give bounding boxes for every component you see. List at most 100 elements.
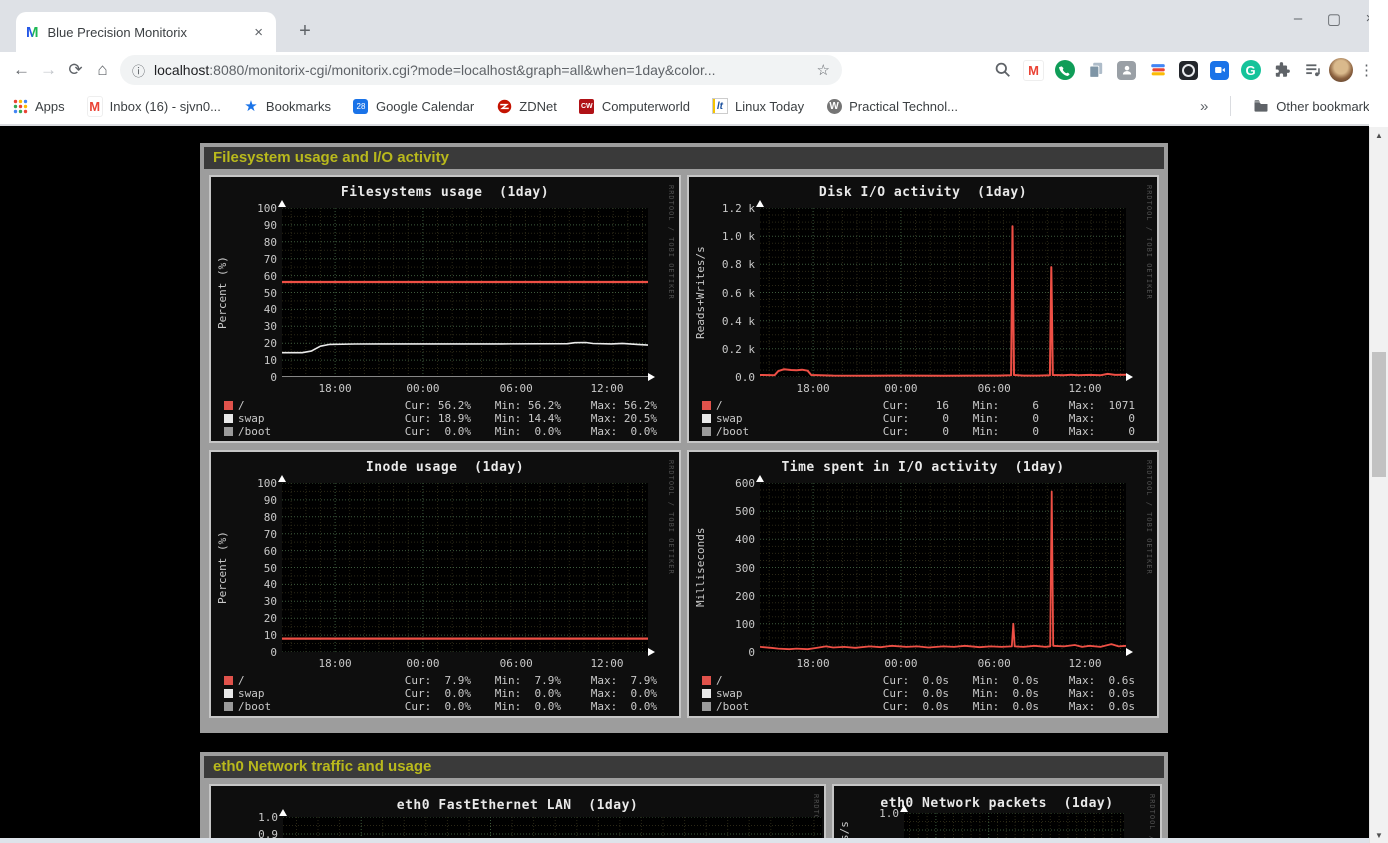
scrollbar-down-arrow-icon[interactable]: ▼ xyxy=(1370,827,1388,843)
gmail-icon: M xyxy=(87,98,103,114)
rrdtool-watermark: RRDTOOL / TOBI OETIKER xyxy=(1145,185,1153,300)
legend-swatch xyxy=(702,702,711,711)
extensions-puzzle-icon[interactable] xyxy=(1271,60,1292,81)
graph-filesystems-usage[interactable]: RRDTOOL / TOBI OETIKERFilesystems usage … xyxy=(209,175,681,443)
legend-cur: Cur: 18.9% xyxy=(381,412,471,425)
home-icon[interactable]: ⌂ xyxy=(89,57,116,84)
x-tick-label: 12:00 xyxy=(1063,382,1107,395)
section-title-filesystem: Filesystem usage and I/O activity xyxy=(204,147,1164,169)
y-axis-arrow-icon xyxy=(278,200,286,207)
browser-tab[interactable]: M Blue Precision Monitorix × xyxy=(16,12,276,52)
new-tab-button[interactable]: + xyxy=(292,18,318,44)
graph-time-in-io[interactable]: RRDTOOL / TOBI OETIKERTime spent in I/O … xyxy=(687,450,1159,718)
contact-icon[interactable] xyxy=(1116,60,1137,81)
chrome-right-filler xyxy=(1369,0,1388,127)
copy-pages-icon[interactable] xyxy=(1085,60,1106,81)
y-tick-label: 50 xyxy=(215,562,277,575)
extension-icons-row: MG xyxy=(842,60,1325,81)
legend-max: Max: 0.0% xyxy=(561,687,657,700)
x-tick-label: 12:00 xyxy=(1063,657,1107,670)
reload-icon[interactable]: ⟳ xyxy=(62,57,89,84)
window-maximize-button[interactable]: ▢ xyxy=(1326,10,1342,28)
dark-extension-icon[interactable] xyxy=(1178,60,1199,81)
window-minimize-button[interactable]: – xyxy=(1290,10,1306,28)
plot-area xyxy=(282,483,648,652)
y-tick-label: 70 xyxy=(215,253,277,266)
back-icon[interactable]: ← xyxy=(8,57,35,84)
x-axis-arrow-icon xyxy=(1126,373,1133,381)
playlist-icon[interactable] xyxy=(1302,60,1323,81)
legend-swatch xyxy=(224,414,233,423)
bookmark-star-icon[interactable]: ☆ xyxy=(817,61,830,79)
y-tick-label: 0 xyxy=(215,371,277,384)
bookmark-inbox-16-sjvn0[interactable]: M Inbox (16) - sjvn0... xyxy=(87,98,221,114)
page-scrollbar[interactable]: ▲ ▼ xyxy=(1369,127,1388,843)
search-icon[interactable] xyxy=(992,60,1013,81)
address-bar[interactable]: ⓘ localhost:8080/monitorix-cgi/monitorix… xyxy=(120,55,842,85)
zdnet-icon xyxy=(496,98,512,114)
legend-label: /boot xyxy=(238,700,271,713)
video-camera-icon[interactable] xyxy=(1209,60,1230,81)
y-tick-label: 1.0 xyxy=(838,807,899,820)
legend-row: /bootCur: 0.0%Min: 0.0%Max: 0.0% xyxy=(224,425,657,438)
page-info-icon[interactable]: ⓘ xyxy=(132,61,145,80)
tab-close-icon[interactable]: × xyxy=(251,24,266,41)
y-tick-label: 80 xyxy=(215,511,277,524)
legend-row: /bootCur: 0.0%Min: 0.0%Max: 0.0% xyxy=(224,700,657,713)
x-tick-label: 18:00 xyxy=(313,382,357,395)
browser-window: M Blue Precision Monitorix × + – ▢ × ← →… xyxy=(0,0,1388,843)
profile-avatar[interactable] xyxy=(1329,58,1353,82)
legend-min: Min: 14.4% xyxy=(471,412,561,425)
scrollbar-up-arrow-icon[interactable]: ▲ xyxy=(1370,127,1388,143)
bookmark-zdnet[interactable]: ZDNet xyxy=(496,98,557,114)
y-tick-label: 0.8 k xyxy=(693,258,755,271)
scrollbar-thumb[interactable] xyxy=(1372,352,1386,477)
bookmark-apps[interactable]: Apps xyxy=(12,98,65,114)
x-axis-arrow-icon xyxy=(1126,648,1133,656)
bottom-edge-strip xyxy=(0,838,1369,843)
bookmark-label: Apps xyxy=(35,99,65,114)
bookmark-practical-technol[interactable]: WPractical Technol... xyxy=(826,98,958,114)
graph-inode-usage[interactable]: RRDTOOL / TOBI OETIKERInode usage (1day)… xyxy=(209,450,681,718)
bookmarks-overflow-icon[interactable]: » xyxy=(1200,98,1208,115)
bookmark-computerworld[interactable]: CWComputerworld xyxy=(579,98,690,114)
legend-max: Max: 0 xyxy=(1039,412,1135,425)
wordpress-icon: W xyxy=(826,98,842,114)
legend-swatch xyxy=(702,427,711,436)
bookmark-linux-today[interactable]: ltLinux Today xyxy=(712,98,804,114)
y-axis-arrow-icon xyxy=(756,200,764,207)
legend-swatch xyxy=(702,414,711,423)
legend-row: /Cur: 7.9%Min: 7.9%Max: 7.9% xyxy=(224,674,657,687)
star-icon: ★ xyxy=(243,98,259,114)
bookmark-google-calendar[interactable]: 28Google Calendar xyxy=(353,98,474,114)
other-bookmarks-button[interactable]: Other bookmarks xyxy=(1253,98,1376,114)
bookmark-label: Inbox (16) - sjvn0... xyxy=(110,99,221,114)
x-tick-label: 12:00 xyxy=(585,382,629,395)
section-network: eth0 Network traffic and usage RRDTOOL /… xyxy=(200,752,1168,843)
legend-min: Min: 0 xyxy=(949,412,1039,425)
forward-icon[interactable]: → xyxy=(35,57,62,84)
legend-row: /Cur: 56.2%Min: 56.2%Max: 56.2% xyxy=(224,399,657,412)
books-icon[interactable] xyxy=(1147,60,1168,81)
y-axis-arrow-icon xyxy=(900,805,908,812)
y-tick-label: 10 xyxy=(215,354,277,367)
legend-label: / xyxy=(238,674,245,687)
x-tick-label: 18:00 xyxy=(791,657,835,670)
gmail-icon[interactable]: M xyxy=(1023,60,1044,81)
browser-toolbar: ← → ⟳ ⌂ ⓘ localhost:8080/monitorix-cgi/m… xyxy=(0,52,1388,88)
legend-row: /Cur: 0.0sMin: 0.0sMax: 0.6s xyxy=(702,674,1135,687)
legend-cur: Cur: 0 xyxy=(859,412,949,425)
bookmark-bookmarks[interactable]: ★Bookmarks xyxy=(243,98,331,114)
legend-swatch xyxy=(224,689,233,698)
tab-title: Blue Precision Monitorix xyxy=(48,25,252,40)
section-filesystem: Filesystem usage and I/O activity RRDTOO… xyxy=(200,143,1168,733)
graph-title: Inode usage (1day) xyxy=(211,460,679,475)
calendar-icon: 28 xyxy=(353,98,369,114)
google-voice-icon[interactable] xyxy=(1054,60,1075,81)
legend-max: Max: 0 xyxy=(1039,425,1135,438)
graph-eth0-packets[interactable]: RRDTOOL / TOBI OETIKEReth0 Network packe… xyxy=(832,784,1162,843)
grammarly-icon[interactable]: G xyxy=(1240,60,1261,81)
graph-disk-io-activity[interactable]: RRDTOOL / TOBI OETIKERDisk I/O activity … xyxy=(687,175,1159,443)
graph-eth0-lan[interactable]: RRDTOOL / TOBI OETIKEReth0 FastEthernet … xyxy=(209,784,826,843)
graph-title: Time spent in I/O activity (1day) xyxy=(689,460,1157,475)
